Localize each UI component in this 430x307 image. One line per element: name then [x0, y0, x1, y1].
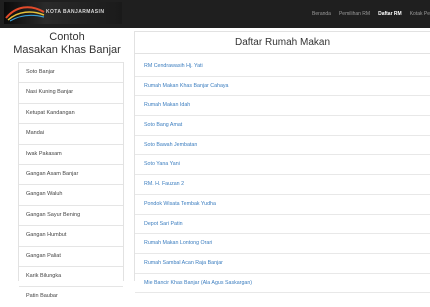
restaurant-link[interactable]: Mie Bancir Khas Banjar (Ala Agus Saskarg… — [135, 274, 430, 294]
restaurant-link[interactable]: RM Cendrawasih Hj. Yati — [135, 57, 430, 77]
dish-item[interactable]: Iwak Pakasam — [19, 143, 123, 164]
restaurant-link[interactable]: Rumah Makan Lontong Orari — [135, 234, 430, 254]
sidebar-title-line1: Contoh — [49, 31, 85, 43]
dish-item[interactable]: Karik Bilungka — [19, 265, 123, 286]
restaurant-link[interactable]: RM. H. Fauzan 2 — [135, 175, 430, 195]
restaurant-link[interactable]: Soto Bang Amat — [135, 116, 430, 136]
sidebar-title: Contoh Masakan Khas Banjar — [0, 31, 134, 57]
restaurant-panel: Daftar Rumah Makan RM Cendrawasih Hj. Ya… — [134, 31, 430, 294]
top-navbar: KOTA BANJARMASIN Beranda Pemilihan RM Da… — [0, 0, 430, 28]
dish-item[interactable]: Gangan Sayur Bening — [19, 204, 123, 225]
restaurant-link[interactable]: Depot Sari Patin — [135, 215, 430, 235]
dish-item[interactable]: Gangan Waluh — [19, 184, 123, 204]
restaurant-link[interactable]: Rumah Sambal Acan Raja Banjar — [135, 254, 430, 274]
dish-item[interactable]: Gangan Paliat — [19, 245, 123, 266]
sidebar-title-line2: Masakan Khas Banjar — [13, 44, 121, 56]
restaurant-link[interactable]: Soto Bawah Jembatan — [135, 136, 430, 156]
dish-item[interactable]: Nasi Kuning Banjar — [19, 82, 123, 102]
logo-text: KOTA BANJARMASIN — [46, 9, 105, 15]
dish-item[interactable]: Ketupat Kandangan — [19, 102, 123, 123]
dish-item[interactable]: Gangan Asam Banjar — [19, 163, 123, 184]
restaurant-link[interactable]: Soto Yana Yani — [135, 155, 430, 176]
restaurant-list: RM Cendrawasih Hj. Yati Rumah Makan Khas… — [135, 57, 430, 294]
restaurant-link[interactable]: Rumah Makan Idah — [135, 96, 430, 117]
nav-kotak-pesan[interactable]: Kotak Pe — [410, 11, 430, 17]
site-logo[interactable]: KOTA BANJARMASIN — [4, 2, 122, 24]
restaurant-link[interactable]: Pondok Wisata Tembak Yudha — [135, 195, 430, 215]
nav-daftar-rm[interactable]: Daftar RM — [378, 11, 402, 17]
main-nav: Beranda Pemilihan RM Daftar RM Kotak Pe — [304, 0, 430, 28]
dish-item[interactable]: Soto Banjar — [19, 62, 123, 82]
dish-item[interactable]: Patin Baubar — [19, 286, 123, 306]
restaurant-link[interactable]: Rumah Makan Khas Banjar Cahaya — [135, 77, 430, 97]
dish-item[interactable]: Mandai — [19, 123, 123, 143]
dish-list: Soto Banjar Nasi Kuning Banjar Ketupat K… — [18, 62, 124, 299]
dish-item[interactable]: Gangan Humbut — [19, 225, 123, 245]
panel-heading: Daftar Rumah Makan — [135, 32, 430, 54]
nav-pemilihan-rm[interactable]: Pemilihan RM — [339, 11, 370, 17]
nav-beranda[interactable]: Beranda — [312, 11, 331, 17]
